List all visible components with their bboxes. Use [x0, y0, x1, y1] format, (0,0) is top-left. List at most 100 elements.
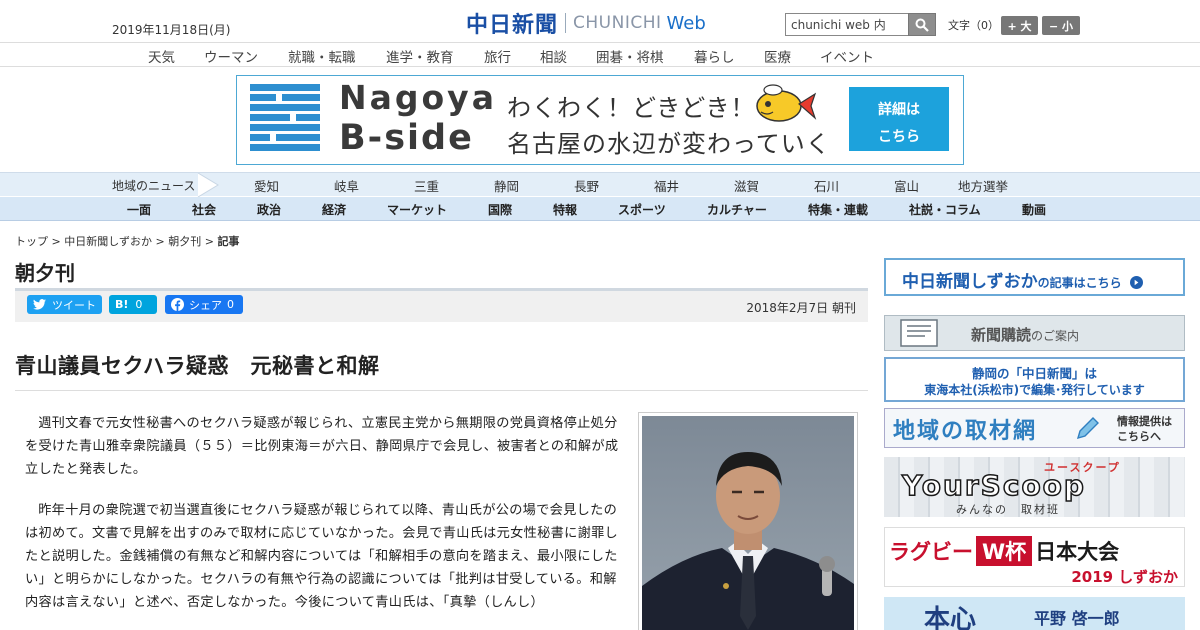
category-item[interactable]: 社会: [192, 201, 216, 218]
font-size-label: 文字（0）: [948, 19, 999, 32]
top-nav-item[interactable]: 旅行: [484, 46, 511, 66]
top-nav-item[interactable]: 就職・転職: [288, 46, 356, 66]
s6-c: 日本大会: [1035, 540, 1120, 564]
share-bar: ツイート B! 0 シェア 0 2018年2月7日 朝刊: [15, 291, 868, 322]
s6-a: ラグビー: [889, 540, 973, 564]
top-nav-item[interactable]: 囲碁・将棋: [596, 46, 664, 66]
font-bigger-button[interactable]: + 大: [1001, 16, 1038, 35]
search-button[interactable]: [908, 13, 936, 36]
sidebar-tokai-info[interactable]: 静岡の「中日新聞」は 東海本社(浜松市)で編集･発行しています: [884, 357, 1185, 402]
category-item[interactable]: カルチャー: [707, 201, 767, 218]
sidebar-subscription-link[interactable]: 新聞購読のご案内: [884, 315, 1185, 351]
twitter-icon: [33, 299, 46, 310]
region-item[interactable]: 石川: [814, 176, 839, 195]
sidebar-reporting-network-link[interactable]: 地域の取材網 情報提供は こちらへ: [884, 408, 1185, 448]
s2-sub: のご案内: [1031, 329, 1080, 343]
s4-main: 地域の取材網: [893, 419, 1038, 444]
logo-separator: [565, 13, 567, 33]
category-item[interactable]: 特報: [553, 201, 577, 218]
sidebar-novel-link[interactable]: 本心 平野 啓一郎: [884, 597, 1185, 630]
logo-ja: 中日新聞: [466, 12, 559, 38]
region-item[interactable]: 岐阜: [334, 176, 359, 195]
banner-title-1: Nagoya: [339, 78, 497, 117]
page-root: 2019年11月18日(月) 中日新聞 CHUNICHI Web 文字（0） +…: [0, 0, 1200, 630]
region-item[interactable]: 三重: [414, 176, 439, 195]
hatena-count: 0: [135, 298, 143, 311]
top-nav-item[interactable]: イベント: [820, 46, 874, 66]
s5-main: YourScoop: [901, 468, 1086, 503]
article-photo[interactable]: [638, 412, 858, 630]
s7-sub: 平野 啓一郎: [1034, 609, 1120, 628]
category-item[interactable]: 国際: [488, 201, 512, 218]
fish-mascot-icon: [756, 84, 817, 122]
top-nav-item[interactable]: ウーマン: [204, 46, 258, 66]
breadcrumb-separator: >: [48, 235, 65, 248]
s6-b: W杯: [976, 536, 1033, 566]
banner-detail-line-1: 詳細は: [878, 102, 920, 118]
banner-copy-1: わくわく！どきどき！: [507, 94, 756, 122]
article-paragraph: 昨年十月の衆院選で初当選直後にセクハラ疑惑が報じられて以降、青山氏が公の場で会見…: [25, 503, 619, 610]
top-nav-item[interactable]: 医療: [764, 46, 791, 66]
region-item[interactable]: 地方選挙: [958, 176, 1008, 195]
region-item[interactable]: 愛知: [254, 176, 279, 195]
region-item[interactable]: 富山: [894, 176, 919, 195]
category-item[interactable]: 特集・連載: [808, 201, 868, 218]
category-item[interactable]: マーケット: [387, 201, 447, 218]
top-nav-item[interactable]: 暮らし: [694, 46, 735, 66]
breadcrumb-current: 記事: [217, 235, 240, 248]
pencil-icon: [1076, 417, 1099, 440]
facebook-icon: [171, 298, 184, 311]
top-nav-item[interactable]: 進学・教育: [386, 46, 454, 66]
headline-divider: [15, 390, 868, 391]
banner-title-2: B-side: [339, 118, 474, 158]
breadcrumb: トップ > 中日新聞しずおか > 朝夕刊 > 記事: [15, 233, 239, 249]
logo-web: Web: [666, 12, 706, 34]
s1-main: 中日新聞しずおか: [902, 272, 1038, 292]
category-item[interactable]: 経済: [322, 201, 346, 218]
category-item[interactable]: 政治: [257, 201, 281, 218]
s4-sub-2: こちらへ: [1117, 430, 1161, 443]
top-nav-item[interactable]: 天気: [148, 46, 175, 66]
sidebar-yourscoop-link[interactable]: ユースクープ YourScoop みんなの 取材班: [884, 457, 1185, 517]
hatena-bookmark-button[interactable]: B! 0: [109, 295, 157, 314]
search-input[interactable]: [785, 13, 908, 36]
facebook-label: シェア: [189, 298, 222, 312]
region-item[interactable]: 長野: [574, 176, 599, 195]
banner-ad[interactable]: Nagoya B-side わくわく！どきどき！ 名古屋の水辺が変わっていく 詳…: [236, 75, 964, 165]
category-item[interactable]: 一面: [127, 201, 151, 218]
article-headline: 青山議員セクハラ疑惑 元秘書と和解: [15, 354, 380, 378]
region-item[interactable]: 福井: [654, 176, 679, 195]
regional-nav: 地域のニュース 愛知 岐阜 三重 静岡 長野 福井 滋賀 石川 富山 地方選挙: [0, 172, 1200, 197]
banner-detail-button[interactable]: 詳細は こちら: [849, 87, 949, 151]
s7-main: 本心: [924, 605, 977, 630]
tweet-label: ツイート: [52, 298, 96, 312]
region-item[interactable]: 滋賀: [734, 176, 759, 195]
facebook-count: 0: [227, 298, 234, 311]
top-nav: 天気 ウーマン 就職・転職 進学・教育 旅行 相談 囲碁・将棋 暮らし 医療 イ…: [0, 42, 1200, 67]
section-title: 朝夕刊: [15, 261, 75, 285]
s6-d: 2019 しずおか: [1071, 568, 1178, 586]
person-photo-image: [642, 416, 854, 630]
hatena-label: B!: [115, 298, 129, 311]
facebook-share-button[interactable]: シェア 0: [165, 295, 243, 314]
arrow-circle-icon: [1129, 276, 1143, 289]
s2-main: 新聞購読: [971, 326, 1032, 344]
header-date: 2019年11月18日(月): [112, 23, 231, 37]
article-paragraph: 週刊文春で元女性秘書へのセクハラ疑惑が報じられ、立憲民主党から無期限の党員資格停…: [25, 416, 619, 477]
category-item[interactable]: スポーツ: [618, 201, 666, 218]
newspaper-icon: [900, 319, 938, 347]
region-item[interactable]: 静岡: [494, 176, 519, 195]
regional-nav-label: 地域のニュース: [112, 179, 196, 193]
sidebar-shizuoka-link[interactable]: 中日新聞しずおかの記事はこちら: [884, 258, 1185, 296]
category-item[interactable]: 社説・コラム: [909, 201, 981, 218]
breadcrumb-shizuoka[interactable]: 中日新聞しずおか: [64, 235, 152, 248]
top-nav-item[interactable]: 相談: [540, 46, 567, 66]
tweet-button[interactable]: ツイート: [27, 295, 102, 314]
breadcrumb-chouyuukan[interactable]: 朝夕刊: [168, 235, 201, 248]
s3-line-2: 東海本社(浜松市)で編集･発行しています: [924, 383, 1145, 397]
breadcrumb-top[interactable]: トップ: [15, 235, 48, 248]
site-logo[interactable]: 中日新聞 CHUNICHI Web: [466, 9, 706, 38]
sidebar-rugby-link[interactable]: ラグビー W杯 日本大会 2019 しずおか: [884, 527, 1185, 587]
category-item[interactable]: 動画: [1022, 201, 1046, 218]
font-smaller-button[interactable]: − 小: [1042, 16, 1080, 35]
